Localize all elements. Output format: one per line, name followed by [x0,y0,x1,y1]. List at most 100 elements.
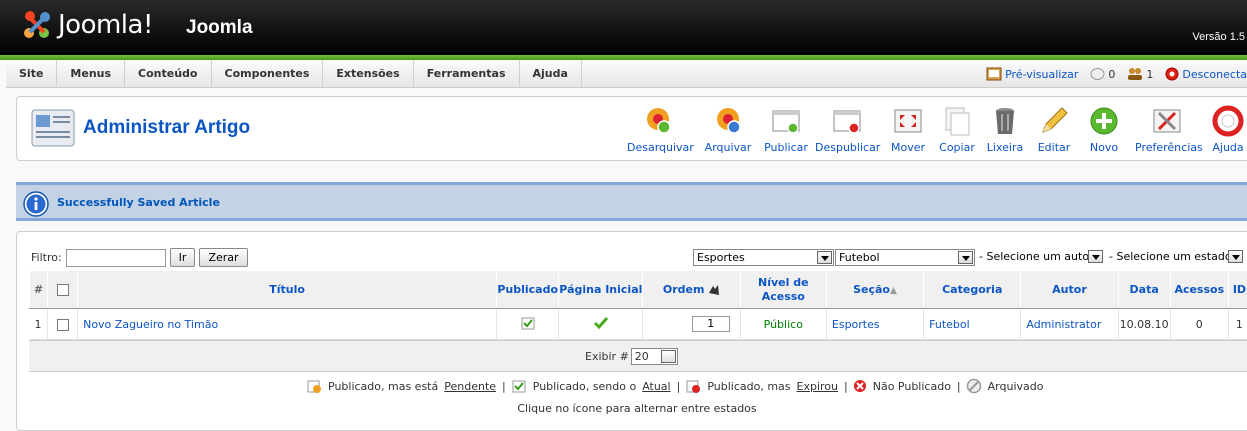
logout-icon [1165,67,1179,81]
edit-button[interactable]: Editar [1035,105,1073,154]
col-frontpage[interactable]: Página Inicial [559,271,643,309]
legend-unpublished-text: Não Publicado [873,380,951,393]
select-all-checkbox[interactable] [57,284,69,296]
publish-button[interactable]: Publicar [761,105,811,154]
col-id[interactable]: ID [1228,271,1247,309]
row-checkbox-cell [48,309,78,340]
col-hits[interactable]: Acessos [1170,271,1228,309]
state-select-value: - Selecione um estado - [1109,250,1239,263]
unpublish-label: Despublicar [815,141,880,154]
row-hits: 0 [1170,309,1228,340]
state-select[interactable]: - Selecione um estado - [1106,249,1244,266]
col-order[interactable]: Ordem [643,271,740,309]
menu-content[interactable]: Conteúdo [125,60,211,88]
limit-label: Exibir # [585,350,629,363]
preferences-icon [1151,105,1183,137]
chevron-down-icon [1228,250,1243,263]
preferences-label: Preferências [1135,141,1203,154]
category-select[interactable]: Futebol [835,249,975,266]
move-label: Mover [891,141,925,154]
filter-input[interactable] [66,249,166,267]
help-button[interactable]: Ajuda [1209,105,1247,154]
col-checkall [48,271,78,309]
unarchive-button[interactable]: Desarquivar [627,105,689,154]
menu-tools[interactable]: Ferramentas [414,60,520,88]
menu-menus[interactable]: Menus [57,60,125,88]
help-icon [1212,105,1244,137]
move-button[interactable]: Mover [889,105,927,154]
users-icon [1127,67,1143,81]
main-menu: Site Menus Conteúdo Componentes Extensõe… [6,60,1247,88]
order-input[interactable]: 1 [692,316,730,332]
logout-link[interactable]: Desconecta [1165,67,1247,81]
col-section-label: Seção [853,283,890,296]
edit-icon [1038,105,1070,137]
row-checkbox[interactable] [57,319,69,331]
col-author[interactable]: Autor [1021,271,1118,309]
content-box: Filtro: Ir Zerar Esportes Futebol - Sele… [16,231,1247,431]
legend-pending-pre: Publicado, mas está [328,380,438,393]
messages-icon [1090,67,1105,81]
archive-button[interactable]: Arquivar [703,105,753,154]
col-num: # [30,271,48,309]
preview-link[interactable]: Pré-visualizar [986,67,1078,81]
row-category-cell: Futebol [924,309,1021,340]
legend-expired-link: Expirou [797,380,838,393]
col-order-label: Ordem [663,283,705,296]
new-icon [1088,105,1120,137]
col-access[interactable]: Nível de Acesso [740,271,826,309]
archive-icon [712,105,744,137]
chevron-down-icon [817,251,832,264]
menu-extensions[interactable]: Extensões [323,60,413,88]
toggle-hint: Clique no ícone para alternar entre esta… [17,402,1247,415]
toolbar-box: Administrar Artigo Desarquivar Arquivar … [16,96,1247,161]
unarchive-label: Desarquivar [627,141,694,154]
archived-icon [966,378,982,394]
messages-status[interactable]: 0 [1090,67,1115,81]
legend-current-pre: Publicado, sendo o [533,380,636,393]
section-link[interactable]: Esportes [832,318,880,331]
filter-reset-button[interactable]: Zerar [199,248,247,267]
published-icon[interactable] [520,315,536,331]
col-date[interactable]: Data [1118,271,1170,309]
category-link[interactable]: Futebol [929,318,970,331]
article-title-link[interactable]: Novo Zagueiro no Timão [83,318,218,331]
users-status[interactable]: 1 [1127,67,1153,81]
new-button[interactable]: Novo [1085,105,1123,154]
menu-help[interactable]: Ajuda [520,60,582,88]
row-access[interactable]: Público [740,309,826,340]
col-title[interactable]: Título [78,271,497,309]
menu-site[interactable]: Site [6,60,57,88]
legend-pending-link: Pendente [444,380,496,393]
joomla-logo-icon [22,9,52,41]
status-legend: Publicado, mas está Pendente | Publicado… [306,378,1048,394]
filter-label: Filtro: [31,251,62,264]
limit-select[interactable]: 20 [631,348,678,365]
copy-icon [941,105,973,137]
messages-count: 0 [1108,68,1115,81]
author-link[interactable]: Administrator [1026,318,1101,331]
check-icon[interactable] [593,316,609,330]
save-order-icon[interactable] [708,284,720,296]
new-label: Novo [1090,141,1118,154]
row-published-cell [497,309,559,340]
sort-asc-icon: ▲ [890,286,897,296]
expired-icon [685,378,701,394]
copy-button[interactable]: Copiar [937,105,977,154]
limit-value: 20 [635,350,649,363]
published-current-icon [511,378,527,394]
unpublish-button[interactable]: Despublicar [815,105,879,154]
col-section[interactable]: Seção▲ [826,271,923,309]
chevron-down-icon [958,251,973,264]
filter-go-button[interactable]: Ir [170,248,196,267]
preferences-button[interactable]: Preferências [1135,105,1199,154]
logout-label: Desconecta [1182,68,1247,81]
article-manager-icon [31,109,75,147]
section-select[interactable]: Esportes [693,249,834,266]
col-published[interactable]: Publicado [497,271,559,309]
trash-button[interactable]: Lixeira [983,105,1027,154]
col-category[interactable]: Categoria [924,271,1021,309]
menu-components[interactable]: Componentes [212,60,324,88]
row-id: 1 [1228,309,1247,340]
author-select[interactable]: - Selecione um autor - [976,249,1104,266]
